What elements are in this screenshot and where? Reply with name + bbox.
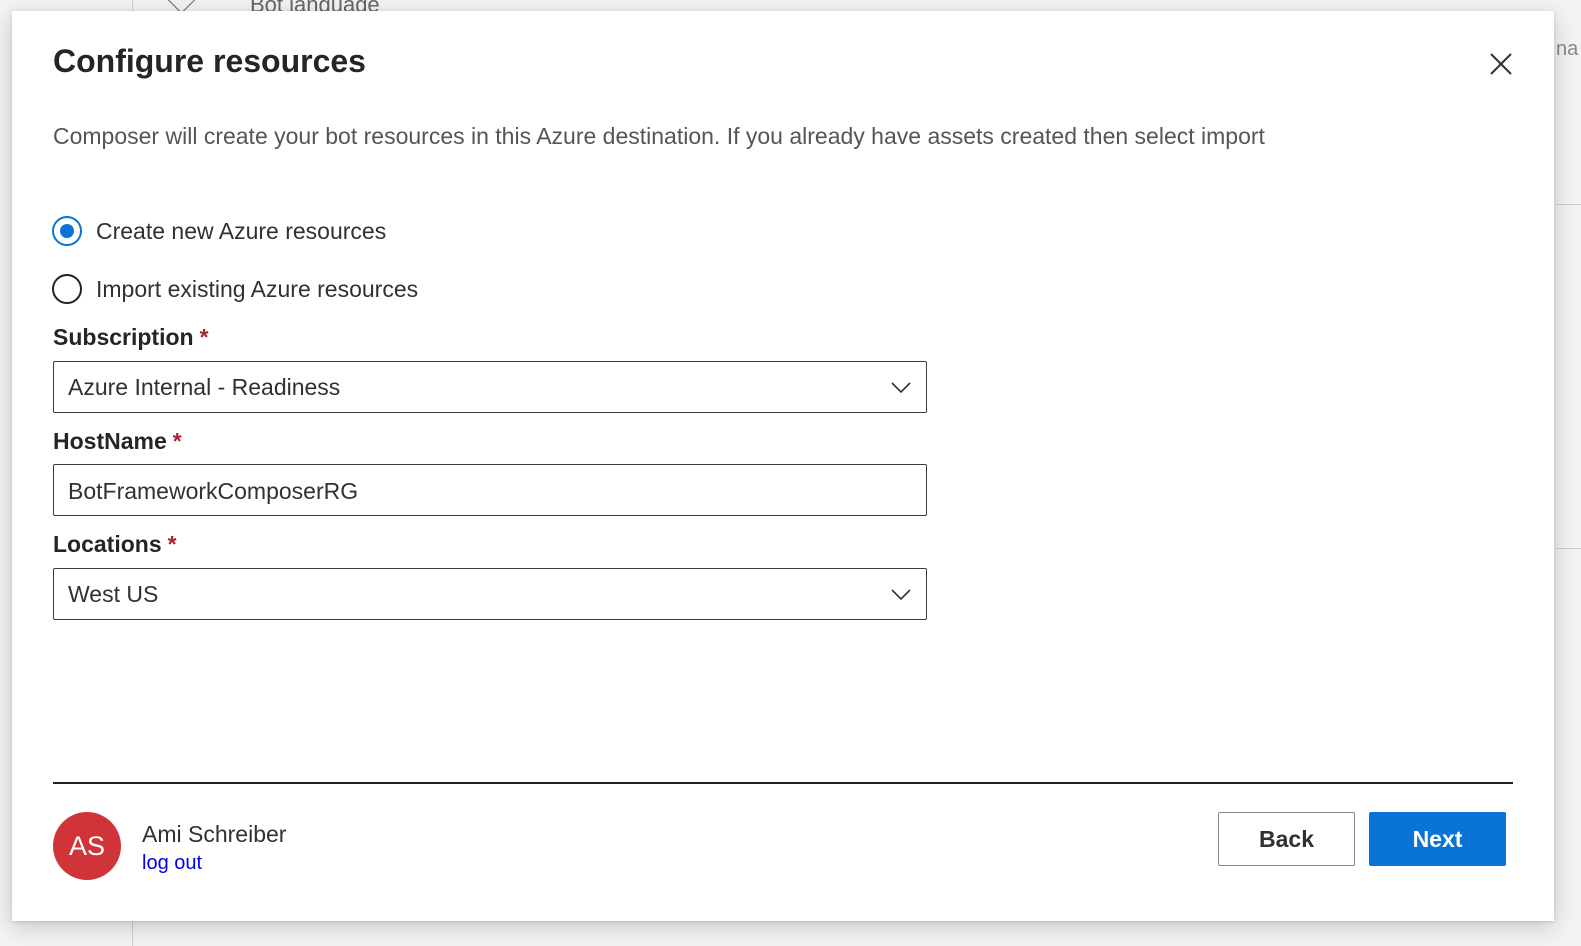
chevron-down-icon: [890, 583, 912, 605]
configure-resources-dialog: Configure resources Composer will create…: [12, 11, 1554, 921]
subscription-label: Subscription *: [53, 324, 209, 350]
radio-button-checked[interactable]: [52, 216, 82, 246]
radio-button-unchecked[interactable]: [52, 274, 82, 304]
radio-import-existing[interactable]: Import existing Azure resources: [52, 274, 418, 304]
background-edge-divider: [1556, 548, 1581, 549]
hostname-input[interactable]: [68, 477, 908, 505]
back-button[interactable]: Back: [1218, 812, 1355, 866]
close-button[interactable]: [1486, 49, 1516, 79]
chevron-down-icon: [890, 376, 912, 398]
locations-value: West US: [68, 581, 159, 607]
next-button[interactable]: Next: [1369, 812, 1506, 866]
radio-label: Create new Azure resources: [96, 217, 387, 244]
required-marker: *: [172, 428, 182, 454]
user-name: Ami Schreiber: [142, 821, 287, 847]
subscription-dropdown[interactable]: Azure Internal - Readiness: [53, 361, 927, 413]
dialog-description: Composer will create your bot resources …: [53, 123, 1265, 149]
hostname-field[interactable]: [53, 464, 927, 516]
required-marker: *: [167, 531, 177, 557]
subscription-value: Azure Internal - Readiness: [68, 374, 341, 400]
close-icon: [1490, 53, 1512, 75]
radio-label: Import existing Azure resources: [96, 275, 419, 302]
required-marker: *: [199, 324, 209, 350]
locations-label: Locations *: [53, 531, 177, 557]
hostname-label: HostName *: [53, 428, 182, 454]
logout-link[interactable]: log out: [142, 852, 202, 875]
avatar: AS: [53, 812, 121, 880]
radio-create-new[interactable]: Create new Azure resources: [52, 216, 386, 246]
locations-dropdown[interactable]: West US: [53, 568, 927, 620]
background-edge-text: na: [1556, 38, 1579, 60]
background-edge-divider: [1556, 204, 1581, 205]
dialog-title: Configure resources: [53, 43, 366, 79]
footer-divider: [53, 782, 1513, 784]
